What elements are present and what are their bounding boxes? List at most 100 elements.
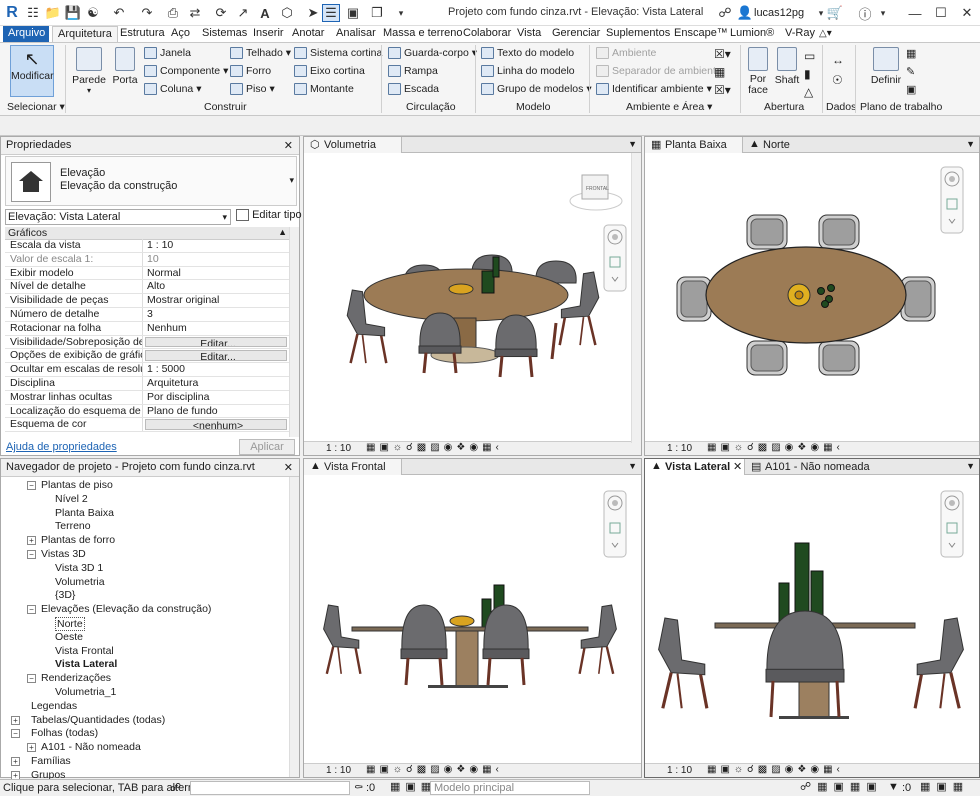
design-option-selector[interactable]: Modelo principal [430, 781, 590, 795]
floor-button[interactable]: Piso ▾ [230, 83, 275, 95]
selection-option-icons[interactable]: ☍▦▣▦▣ [800, 780, 883, 793]
browser-item[interactable]: Renderizações [41, 672, 111, 684]
browser-item[interactable]: Vista Lateral [55, 658, 117, 670]
undo-icon[interactable]: ↶ [110, 4, 128, 22]
viewport-menu-icon[interactable]: ▼ [628, 139, 637, 149]
area-icon[interactable]: ☒▾ [714, 47, 731, 61]
dimension-icon[interactable]: ⟳ [212, 4, 230, 22]
property-row[interactable]: Localização do esquema de corPlano de fu… [5, 404, 289, 419]
curtain-grid-button[interactable]: Eixo cortina [294, 65, 365, 77]
column-button[interactable]: Coluna ▾ [144, 83, 202, 95]
tab-aco[interactable]: Aço [166, 26, 195, 42]
tab-suplementos[interactable]: Suplementos [601, 26, 675, 42]
property-row[interactable]: Disciplina Arquitetura [5, 376, 289, 391]
railing-button[interactable]: Guarda-corpo ▾ [388, 47, 477, 59]
wall-button[interactable]: Parede ▾ [72, 47, 106, 95]
browser-item[interactable]: Vista 3D 1 [55, 562, 103, 574]
tag-room-button[interactable]: Identificar ambiente ▾ [596, 83, 712, 95]
viewer-icon[interactable]: ▣ [906, 83, 916, 96]
status-right-icons[interactable]: ▦▣▦ [920, 780, 969, 793]
redo-icon[interactable]: ↷ [138, 4, 156, 22]
property-row[interactable]: Visibilidade de peças Mostrar original [5, 294, 289, 308]
tab-vista-frontal[interactable]: ▲ Vista Frontal [304, 459, 402, 475]
view-control-icons[interactable]: ▦▣☼☌▩▨◉❖◉▦‹ [366, 442, 503, 453]
browser-item[interactable]: Plantas de forro [41, 534, 115, 546]
expand-toggle-icon[interactable]: + [11, 715, 20, 725]
sync-icon[interactable]: ☯ [84, 4, 102, 22]
expand-toggle-icon[interactable]: − [27, 674, 36, 684]
viewport-planta-baixa[interactable]: ▦ Planta Baixa ▲ Norte ▼ 1 : 10 ▦▣☼☌▩▨◉❖… [644, 136, 980, 456]
user-name[interactable]: lucas12pg [754, 7, 804, 19]
print-icon[interactable]: ⎙ [164, 4, 182, 22]
ref-plane-icon[interactable]: ✎ [906, 65, 915, 78]
filter-funnel-icon[interactable]: ▼ [888, 781, 899, 793]
property-row[interactable]: Visibilidade/Sobreposição de ... Editar..… [5, 335, 289, 350]
view-control-icons[interactable]: ▦▣☼☌▩▨◉❖◉▦‹ [366, 764, 503, 775]
browser-scrollbar[interactable] [289, 477, 299, 777]
properties-close-icon[interactable]: ✕ [284, 139, 293, 152]
user-icon[interactable]: 👤 [736, 4, 754, 22]
tab-volumetria[interactable]: ⬡ Volumetria [304, 137, 402, 153]
property-row[interactable]: Ocultar em escalas de resoluç...1 : 5000 [5, 363, 289, 377]
viewport-vista-frontal[interactable]: ▲ Vista Frontal ▼ 1 : 10 ▦▣☼☌▩▨◉❖◉▦‹ [303, 458, 642, 778]
property-row[interactable]: Mostrar linhas ocultas Por disciplina [5, 390, 289, 405]
room-button[interactable]: Ambiente [596, 47, 656, 59]
tab-colaborar[interactable]: Colaborar [458, 26, 516, 42]
expand-toggle-icon[interactable]: − [27, 550, 36, 559]
browser-item[interactable]: Volumetria [55, 576, 105, 588]
room-area-panel-label[interactable]: Ambiente e Área ▾ [626, 101, 712, 113]
property-row[interactable]: Esquema de cor <nenhum> [5, 418, 289, 433]
property-row[interactable]: Exibir modelo Normal [5, 266, 289, 281]
browser-item[interactable]: Famílias [31, 755, 71, 767]
customize-qa-icon[interactable]: ▾ [392, 4, 410, 22]
tab-arquivo[interactable]: Arquivo [3, 26, 49, 42]
viewport-menu-icon[interactable]: ▼ [628, 461, 637, 471]
close-icon[interactable]: ✕ [958, 4, 976, 22]
view-scale[interactable]: 1 : 10 [667, 765, 692, 776]
ramp-button[interactable]: Rampa [388, 65, 438, 77]
type-selector[interactable]: Elevação Elevação da construção ▾ [5, 156, 297, 206]
close-hidden-icon[interactable]: ▣ [344, 4, 362, 22]
property-row[interactable]: Nível de detalhe Alto [5, 280, 289, 295]
property-row[interactable]: Escala da vista 1 : 10 [5, 239, 289, 253]
property-value[interactable]: 3 [143, 308, 289, 321]
property-value[interactable]: Alto [143, 280, 289, 293]
measure-icon[interactable]: ⇄ [186, 4, 204, 22]
tag-area-icon[interactable]: ☒▾ [714, 83, 731, 97]
browser-item[interactable]: Oeste [55, 631, 83, 643]
show-plane-icon[interactable]: ▦ [906, 47, 916, 60]
tab-gerenciar[interactable]: Gerenciar [547, 26, 605, 42]
component-button[interactable]: Componente ▾ [144, 65, 228, 77]
help-dropdown-icon[interactable]: ▾ [874, 4, 892, 22]
properties-scrollbar[interactable] [289, 227, 299, 437]
dormer-icon[interactable]: △ [804, 85, 813, 99]
select-panel-label[interactable]: Selecionar ▾ [7, 101, 65, 113]
browser-item[interactable]: Volumetria_1 [55, 686, 116, 698]
model-group-button[interactable]: Grupo de modelos ▾ [481, 83, 592, 95]
minimize-icon[interactable]: — [906, 4, 924, 22]
tab-vista-lateral[interactable]: ▲ Vista Lateral ✕ [645, 459, 745, 475]
expand-toggle-icon[interactable]: + [11, 757, 20, 766]
search-binoculars-icon[interactable]: ☍ [716, 4, 734, 22]
align-icon[interactable]: ↗ [234, 4, 252, 22]
tab-enscape[interactable]: Enscape™ [669, 26, 733, 42]
section-icon[interactable]: ➤ [304, 4, 322, 22]
property-value[interactable]: Por disciplina [143, 391, 289, 404]
browser-item[interactable]: A101 - Não nomeada [41, 741, 141, 753]
tab-arquitetura[interactable]: Arquitetura [52, 26, 118, 42]
expand-toggle-icon[interactable]: − [11, 729, 20, 739]
door-button[interactable]: Porta [110, 47, 140, 86]
tab-analisar[interactable]: Analisar [331, 26, 381, 42]
browser-item[interactable]: Tabelas/Quantidades (todas) [31, 714, 165, 726]
tab-lumion[interactable]: Lumion® [725, 26, 779, 42]
tab-anotar[interactable]: Anotar [287, 26, 329, 42]
property-value[interactable]: Nenhum [143, 322, 289, 335]
mullion-button[interactable]: Montante [294, 83, 354, 95]
property-value[interactable]: 1 : 10 [143, 239, 289, 252]
tab-massa-terreno[interactable]: Massa e terreno [378, 26, 467, 42]
browser-item[interactable]: Legendas [31, 700, 77, 712]
property-value[interactable]: Plano de fundo [143, 405, 289, 418]
view-scale[interactable]: 1 : 10 [326, 443, 351, 454]
view-control-icons[interactable]: ▦▣☼☌▩▨◉❖◉▦‹ [707, 764, 844, 775]
help-icon[interactable]: ⓘ [856, 4, 874, 22]
